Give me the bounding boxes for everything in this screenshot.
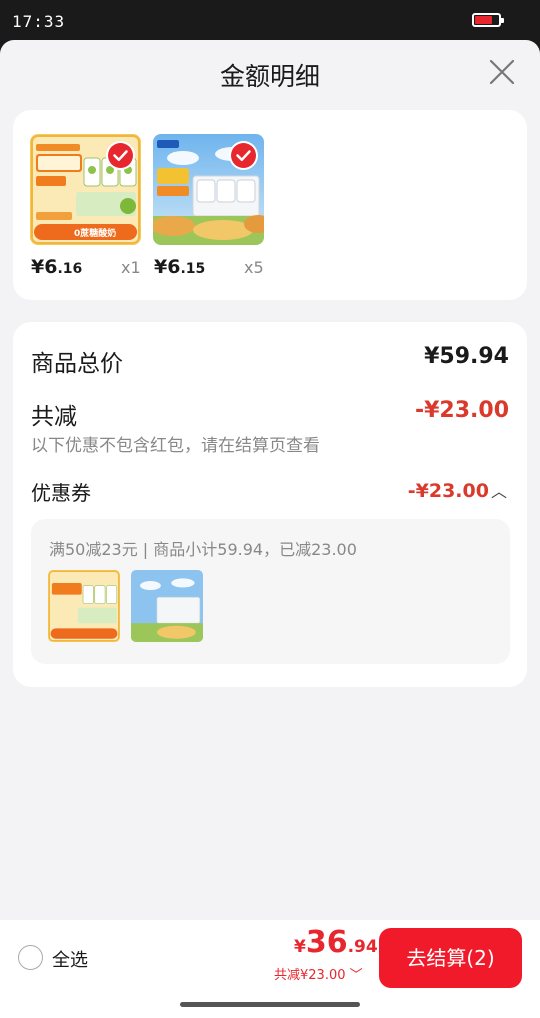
selected-check-badge-2[interactable] [231,143,256,168]
sheet-title: 金额明细 [219,62,320,91]
total-reduction-label: 共减 [31,404,77,430]
product-tag-1: 0蔗糖酸奶 [74,229,117,239]
battery-icon [472,13,504,27]
product-image-2 [131,570,203,642]
status-time: 17:33 [12,12,66,31]
discount-note: 以下优惠不包含红包，请在结算页查看 [31,436,320,456]
coupon-label: 优惠券 [31,481,91,505]
product-qty-2: x5 [244,258,264,277]
product-thumbnail-2[interactable] [153,134,264,245]
chevron-down-icon: ﹀ [349,968,363,983]
pay-decimal: .94 [347,937,378,957]
total-price-value: ¥59.94 [424,344,509,369]
coupon-detail-text: 满50减23元 | 商品小计59.94，已减23.00 [49,540,357,559]
total-reduction-value: -¥23.00 [414,398,509,423]
battery-level [475,16,492,24]
home-indicator [180,1002,360,1007]
pay-reduction-text: 共减¥23.00 [274,968,346,983]
product-price-1: ¥6.16 [31,256,82,278]
chevron-up-icon: ︿ [490,482,507,501]
pay-currency: ¥ [294,937,306,957]
product-price-2: ¥6.15 [154,256,205,278]
coupon-toggle[interactable]: -¥23.00 ︿ [408,478,507,502]
price-detail-card: 商品总价 ¥59.94 共减 -¥23.00 以下优惠不包含红包，请在结算页查看… [13,322,527,687]
product-list-card: 0蔗糖酸奶 ¥6.16 x1 ¥6.15 x5 [13,110,527,300]
product-image-1 [48,570,120,642]
coupon-value: -¥23.00 [407,480,489,502]
selected-check-badge-1[interactable] [108,143,133,168]
price-decimal: .15 [180,261,206,277]
price-integer: 6 [167,256,181,278]
total-price-label: 商品总价 [31,351,123,377]
currency-symbol: ¥ [31,256,45,278]
price-decimal: .16 [57,261,83,277]
checkout-button[interactable]: 去结算(2) [379,928,522,988]
status-bar: 17:33 [0,0,540,42]
checkmark-icon [236,150,251,162]
coupon-product-thumb-1 [48,570,120,642]
pay-integer: 36 [305,925,348,960]
pay-reduction-toggle[interactable]: 共减¥23.00 ﹀ [274,964,363,983]
product-thumbnail-1[interactable]: 0蔗糖酸奶 [30,134,141,245]
close-button[interactable] [488,58,516,86]
checkout-bar: 全选 ¥36.94 共减¥23.00 ﹀ 去结算(2) [0,920,540,1018]
currency-symbol: ¥ [154,256,168,278]
price-integer: 6 [44,256,58,278]
close-icon [489,59,515,85]
payable-amount: ¥36.94 [294,925,378,960]
coupon-detail-box: 满50减23元 | 商品小计59.94，已减23.00 [31,519,510,664]
product-qty-1: x1 [121,258,141,277]
coupon-product-thumb-2 [131,570,203,642]
select-all-label[interactable]: 全选 [52,946,88,972]
amount-detail-sheet: 金额明细 0蔗糖酸奶 ¥6.16 x1 ¥6.15 x5 商品总价 ¥59.94… [0,40,540,1018]
checkmark-icon [113,150,128,162]
select-all-checkbox[interactable] [18,945,43,970]
